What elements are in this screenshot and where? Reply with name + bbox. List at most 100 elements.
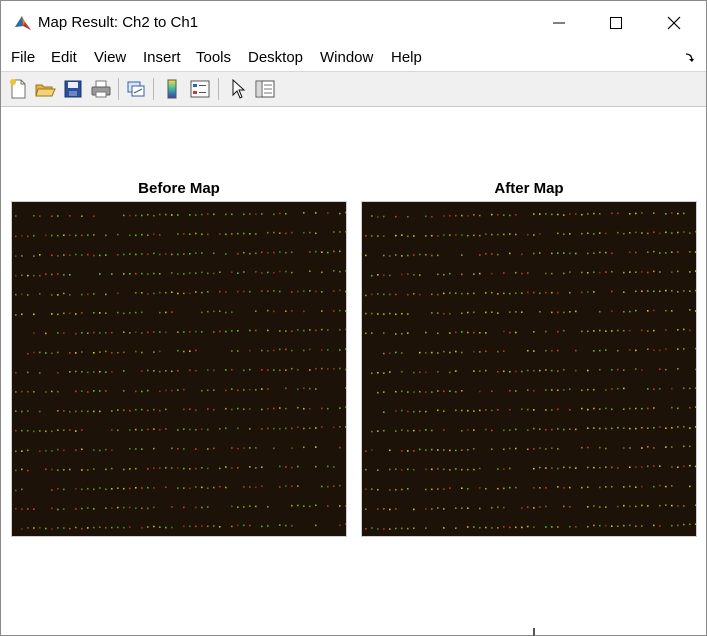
fluorescence-spot xyxy=(303,446,305,449)
fluorescence-spot xyxy=(371,312,373,315)
fluorescence-spot xyxy=(491,213,493,216)
fluorescence-spot xyxy=(153,331,155,333)
dock-figure-icon[interactable] xyxy=(684,51,696,63)
fluorescence-spot xyxy=(165,370,167,372)
fluorescence-spot xyxy=(141,527,143,529)
fluorescence-spot xyxy=(533,467,535,470)
fluorescence-spot xyxy=(315,427,317,429)
fluorescence-spot xyxy=(557,311,559,314)
fluorescence-spot xyxy=(569,252,571,255)
fluorescence-spot xyxy=(461,351,463,354)
fluorescence-spot xyxy=(231,213,233,216)
menu-window[interactable]: Window xyxy=(320,49,373,66)
menu-bar: File Edit View Insert Tools Desktop Wind… xyxy=(1,43,706,71)
fluorescence-spot xyxy=(581,271,583,274)
menu-help[interactable]: Help xyxy=(391,49,422,66)
fluorescence-spot xyxy=(431,215,433,218)
fluorescence-spot xyxy=(159,467,161,469)
after-map-image[interactable] xyxy=(361,201,697,537)
maximize-button[interactable] xyxy=(588,1,646,43)
fluorescence-spot xyxy=(449,371,451,374)
fluorescence-spot xyxy=(587,525,589,528)
fluorescence-spot xyxy=(659,426,661,428)
fluorescence-spot xyxy=(671,212,673,214)
fluorescence-spot xyxy=(39,293,41,295)
fluorescence-spot xyxy=(485,428,487,431)
insert-legend-button[interactable] xyxy=(189,78,211,100)
fluorescence-spot xyxy=(623,329,625,332)
fluorescence-spot xyxy=(377,274,379,276)
fluorescence-spot xyxy=(491,448,493,450)
fluorescence-spot xyxy=(177,370,179,372)
minimize-button[interactable] xyxy=(530,1,588,43)
open-file-button[interactable] xyxy=(34,78,56,100)
fluorescence-spot xyxy=(443,429,445,431)
window-title: Map Result: Ch2 to Ch1 xyxy=(38,14,199,31)
fluorescence-spot xyxy=(551,311,553,314)
menu-tools[interactable]: Tools xyxy=(196,49,231,66)
fluorescence-spot xyxy=(629,485,631,488)
fluorescence-spot xyxy=(273,407,275,410)
fluorescence-spot xyxy=(129,526,131,528)
fluorescence-spot xyxy=(285,485,287,487)
fluorescence-spot xyxy=(231,525,233,528)
fluorescence-spot xyxy=(45,527,47,530)
fluorescence-spot xyxy=(57,410,59,412)
fluorescence-spot xyxy=(635,309,637,312)
title-bar[interactable]: Map Result: Ch2 to Ch1 xyxy=(1,1,706,43)
fluorescence-spot xyxy=(395,489,397,491)
fluorescence-spot xyxy=(485,350,487,353)
insert-colorbar-button[interactable] xyxy=(161,78,183,100)
new-figure-button[interactable] xyxy=(7,78,29,100)
fluorescence-spot xyxy=(479,370,481,372)
property-inspector-button[interactable] xyxy=(254,78,276,100)
before-map-image[interactable] xyxy=(11,201,347,537)
fluorescence-spot xyxy=(665,252,667,254)
fluorescence-spot xyxy=(195,330,197,333)
fluorescence-spot xyxy=(653,250,655,253)
fluorescence-spot xyxy=(455,449,457,452)
fluorescence-spot xyxy=(551,272,553,275)
link-plot-button[interactable] xyxy=(125,78,147,100)
fluorescence-spot xyxy=(407,391,409,393)
fluorescence-spot xyxy=(339,212,341,215)
fluorescence-spot xyxy=(189,525,191,528)
fluorescence-spot xyxy=(695,368,696,371)
fluorescence-spot xyxy=(419,410,421,413)
fluorescence-spot xyxy=(683,348,685,350)
menu-desktop[interactable]: Desktop xyxy=(248,49,303,66)
fluorescence-spot xyxy=(593,427,595,429)
menu-insert[interactable]: Insert xyxy=(143,49,181,66)
fluorescence-spot xyxy=(285,387,287,390)
fluorescence-spot xyxy=(551,213,553,216)
fluorescence-spot xyxy=(455,234,457,236)
fluorescence-spot xyxy=(261,485,263,487)
menu-file[interactable]: File xyxy=(11,49,35,66)
fluorescence-spot xyxy=(611,427,613,430)
fluorescence-spot xyxy=(231,388,233,390)
fluorescence-spot xyxy=(177,429,179,431)
fluorescence-spot xyxy=(641,329,643,332)
fluorescence-spot xyxy=(389,468,391,471)
menu-edit[interactable]: Edit xyxy=(51,49,77,66)
fluorescence-spot xyxy=(671,232,673,234)
fluorescence-spot xyxy=(563,466,565,469)
fluorescence-spot xyxy=(237,389,239,392)
fluorescence-spot xyxy=(201,525,203,527)
fluorescence-spot xyxy=(383,508,385,510)
fluorescence-spot xyxy=(689,251,691,253)
save-button[interactable] xyxy=(62,78,84,100)
fluorescence-spot xyxy=(57,390,59,393)
fluorescence-spot xyxy=(569,466,571,469)
fluorescence-spot xyxy=(665,329,667,331)
print-button[interactable] xyxy=(90,78,112,100)
fluorescence-spot xyxy=(479,254,481,256)
fluorescence-spot xyxy=(225,311,227,314)
fluorescence-spot xyxy=(581,446,583,449)
fluorescence-spot xyxy=(87,507,89,509)
close-button[interactable] xyxy=(646,1,704,43)
fluorescence-spot xyxy=(695,523,696,525)
pointer-button[interactable] xyxy=(227,78,249,100)
fluorescence-spot xyxy=(503,468,505,470)
menu-view[interactable]: View xyxy=(94,49,126,66)
